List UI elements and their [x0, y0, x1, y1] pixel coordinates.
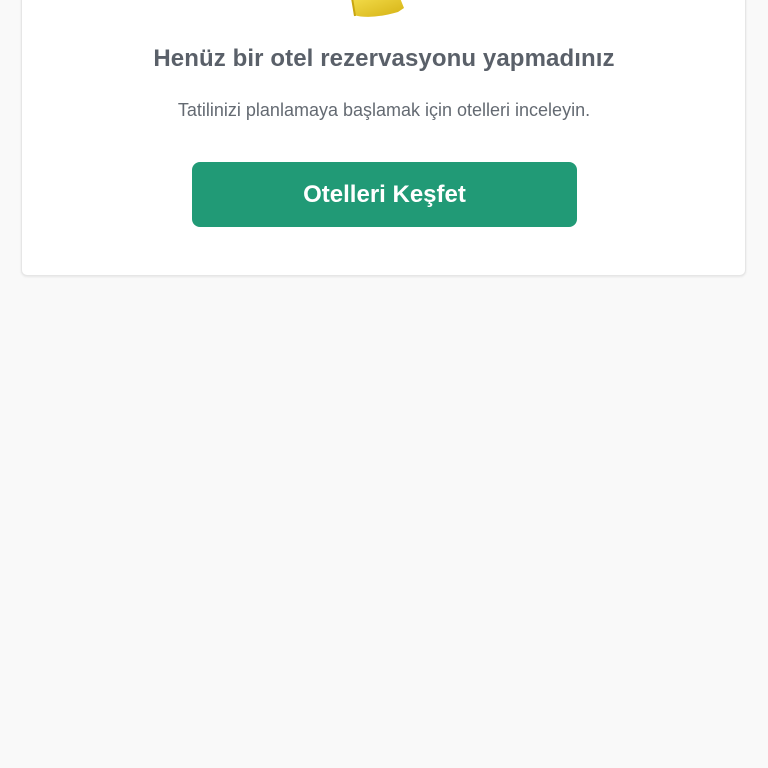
empty-state-title: Henüz bir otel rezervasyonu yapmadınız: [153, 45, 615, 72]
explore-hotels-button[interactable]: Otelleri Keşfet: [192, 162, 577, 227]
empty-state-subtitle: Tatilinizi planlamaya başlamak için otel…: [177, 100, 591, 120]
hotel-illustration-icon: [351, 0, 404, 17]
empty-state-card: [21, 0, 746, 276]
